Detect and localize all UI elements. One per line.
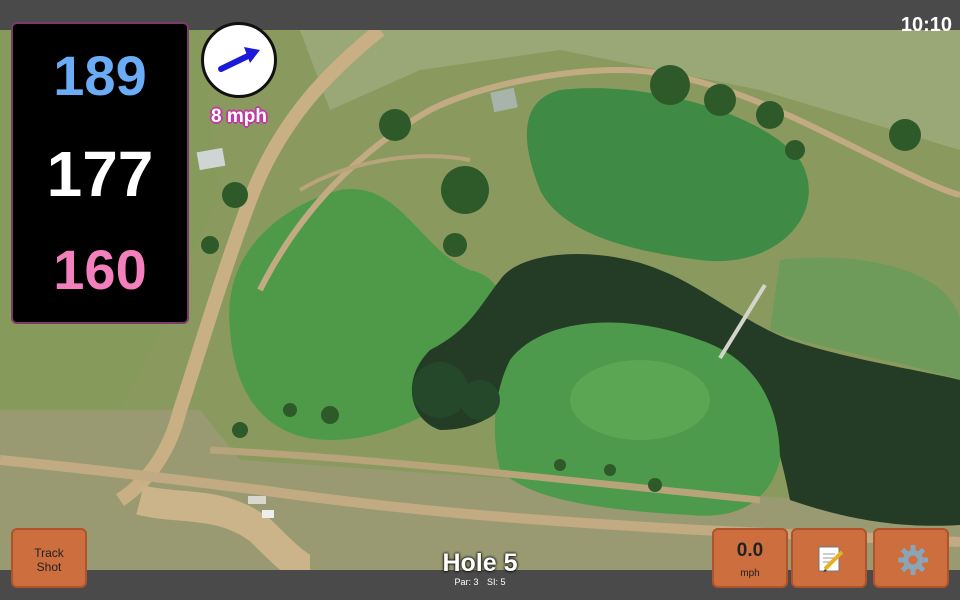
middle-distance: 177: [46, 138, 154, 210]
wind-arrow-icon: [218, 47, 260, 72]
hole-title: Hole 5: [442, 549, 518, 577]
back-distance: 189: [53, 44, 147, 107]
speed-button[interactable]: 0.0 mph: [712, 528, 788, 588]
wind-indicator: [201, 22, 277, 98]
notepad-icon: [818, 546, 844, 572]
wind-speed: 8 mph: [211, 106, 267, 127]
gear-icon: [898, 545, 928, 575]
track-shot-label-line2: Shot: [36, 560, 62, 574]
distance-panel: 189 177 160: [11, 22, 189, 324]
speed-value: 0.0: [736, 540, 764, 561]
front-distance: 160: [53, 238, 147, 301]
hole-info: Par: 3 SI: 5: [380, 577, 580, 587]
stroke-index-label: SI: 5: [487, 577, 506, 587]
clock: 10:10: [900, 14, 952, 36]
settings-button[interactable]: [873, 528, 949, 588]
par-label: Par: 3: [454, 577, 479, 587]
speed-unit: mph: [740, 568, 760, 579]
notes-button[interactable]: [791, 528, 867, 588]
track-shot-button[interactable]: Track Shot: [11, 528, 87, 588]
track-shot-label-line1: Track: [34, 546, 64, 560]
